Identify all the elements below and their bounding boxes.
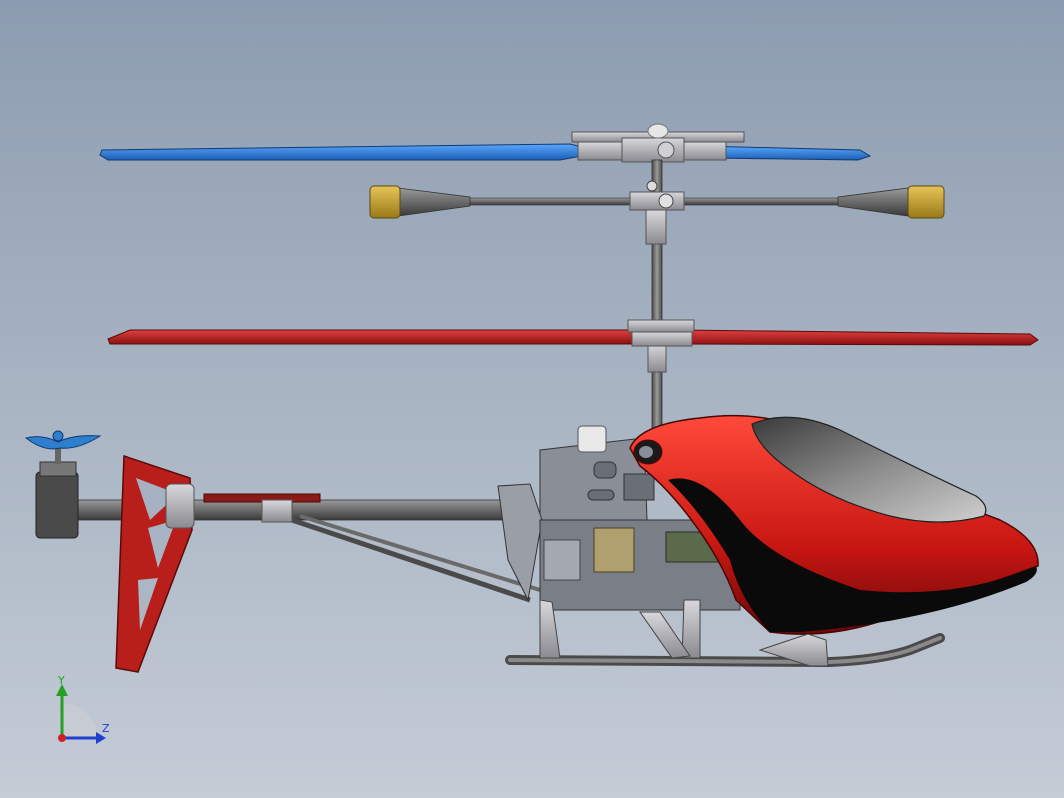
- upper-rotor-hub[interactable]: [571, 123, 745, 163]
- z-axis-label: Z: [102, 722, 110, 735]
- lower-rotor-blades[interactable]: [107, 329, 1039, 346]
- upper-rotor-blades[interactable]: [99, 143, 872, 161]
- tail-fin[interactable]: [115, 454, 195, 673]
- cad-viewport[interactable]: Y Z: [0, 0, 1064, 798]
- axis-triad: Y Z: [40, 672, 130, 752]
- helicopter-model[interactable]: [0, 0, 1064, 798]
- lower-rotor-hub[interactable]: [627, 319, 695, 347]
- y-axis-label: Y: [58, 674, 65, 687]
- flybar-weight-right: [907, 185, 945, 219]
- flybar-weight-left: [369, 185, 401, 219]
- tail-rotor[interactable]: [24, 430, 102, 539]
